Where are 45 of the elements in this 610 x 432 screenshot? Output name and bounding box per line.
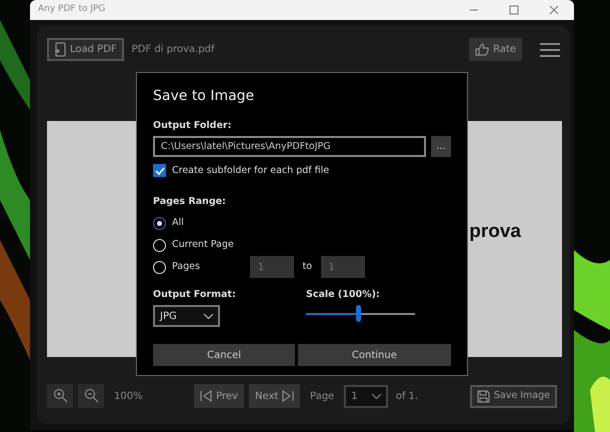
page-from-field[interactable]: 1 — [250, 256, 294, 278]
zoom-out-button[interactable] — [78, 384, 104, 408]
menu-icon[interactable] — [540, 42, 560, 56]
chevron-down-icon — [372, 394, 382, 398]
zoom-level: 100% — [114, 390, 144, 404]
radio-label: Current Page — [172, 238, 235, 252]
zoom-in-icon — [53, 388, 67, 404]
page-to-field[interactable]: 1 — [320, 256, 365, 278]
file-name: PDF di prova.pdf — [132, 43, 214, 57]
zoom-out-icon — [84, 388, 98, 404]
dialog-button[interactable]: Cancel — [153, 344, 296, 366]
browse-button[interactable]: ... — [431, 136, 451, 158]
chevron-down-icon — [204, 314, 213, 319]
checkbox-label: Create subfolder for each pdf file — [172, 164, 330, 178]
prev-button[interactable]: Prev — [194, 384, 244, 408]
slider-thumb[interactable] — [356, 305, 362, 322]
next-button[interactable]: Next — [249, 384, 300, 408]
zoom-in-button[interactable] — [47, 384, 73, 408]
radio-label: Pages — [172, 260, 201, 274]
checkbox[interactable] — [153, 164, 166, 178]
page-count: of 1. — [396, 390, 418, 404]
page-label: Page — [310, 390, 334, 404]
format-select[interactable]: JPG — [153, 305, 220, 328]
dialog-title: Save to Image — [153, 87, 256, 106]
first-page-icon — [200, 390, 212, 402]
save-image-button[interactable]: Save Image — [470, 384, 557, 408]
scale-label: Scale (100%): — [306, 288, 381, 302]
pages-range-label: Pages Range: — [153, 194, 227, 209]
rate-button[interactable]: Rate — [469, 38, 522, 61]
output-format-label: Output Format: — [153, 288, 237, 302]
thumbs-up-icon — [475, 43, 490, 56]
radio-label: All — [172, 216, 185, 230]
document-text: prova — [469, 220, 521, 244]
load-pdf-button[interactable]: Load PDF — [47, 38, 124, 61]
output-folder-label: Output Folder: — [153, 119, 232, 133]
dialog-button[interactable]: Continue — [298, 344, 452, 366]
output-folder-field[interactable]: C:\Users\latel\Pictures\AnyPDFtoJPG — [153, 136, 426, 158]
window-title: Any PDF to JPG — [38, 3, 106, 16]
maximize-icon[interactable] — [509, 5, 519, 15]
last-page-icon — [282, 390, 294, 402]
to-label: to — [302, 260, 312, 274]
document-icon — [54, 42, 66, 57]
page-select[interactable]: 1 — [344, 384, 388, 408]
radio-button[interactable] — [153, 216, 166, 230]
close-icon[interactable] — [549, 5, 559, 15]
